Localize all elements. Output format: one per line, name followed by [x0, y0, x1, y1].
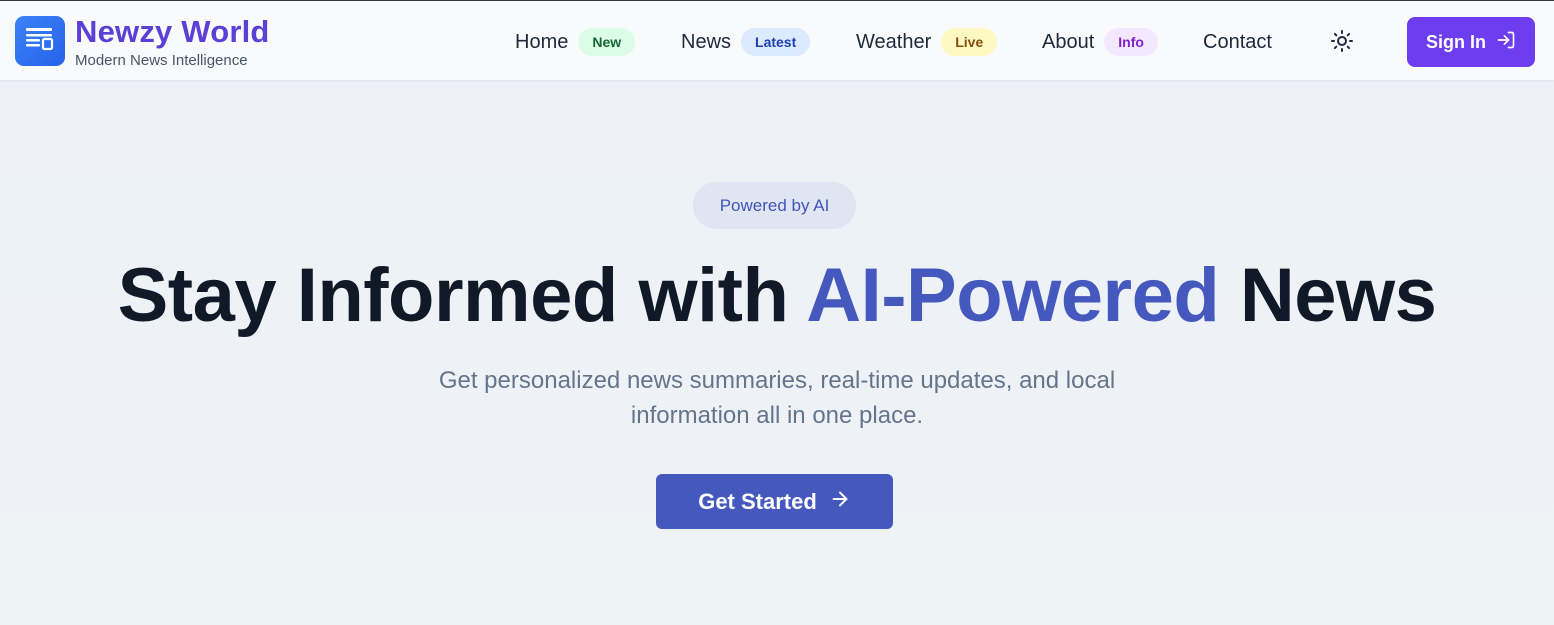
nav-weather-badge: Live: [941, 28, 998, 56]
nav-weather[interactable]: Weather Live: [856, 27, 998, 57]
powered-by-pill: Powered by AI: [693, 182, 856, 229]
newspaper-icon: [25, 26, 55, 57]
nav-about-label: About: [1042, 30, 1095, 53]
theme-toggle-button[interactable]: [1327, 28, 1357, 58]
nav-about-badge: Info: [1104, 28, 1158, 56]
nav-contact[interactable]: Contact: [1203, 27, 1272, 57]
headline-accent: AI-Powered: [806, 253, 1220, 338]
brand-title[interactable]: Newzy World: [75, 14, 270, 50]
sign-in-button[interactable]: Sign In: [1407, 17, 1535, 67]
nav-news-badge: Latest: [741, 28, 811, 56]
hero-section: Powered by AI Stay Informed with AI-Powe…: [0, 82, 1554, 625]
nav-home[interactable]: Home New: [515, 27, 636, 57]
arrow-right-icon: [829, 488, 851, 516]
nav-weather-label: Weather: [856, 30, 932, 53]
get-started-label: Get Started: [698, 488, 817, 514]
hero-subtitle: Get personalized news summaries, real-ti…: [438, 367, 1116, 429]
top-navbar: Newzy World Modern News Intelligence Hom…: [0, 1, 1554, 81]
nav-news-label: News: [681, 30, 732, 53]
headline-part-2: News: [1219, 253, 1437, 338]
sign-in-label: Sign In: [1426, 31, 1486, 52]
nav-home-badge: New: [578, 28, 636, 56]
sign-in-icon: [1496, 30, 1516, 55]
nav-contact-label: Contact: [1203, 30, 1272, 53]
get-started-button[interactable]: Get Started: [656, 474, 893, 529]
sun-icon: [1330, 29, 1354, 58]
headline-part-1: Stay Informed with: [117, 253, 807, 338]
brand-subtitle: Modern News Intelligence: [75, 52, 248, 69]
logo[interactable]: [15, 16, 65, 66]
hero-headline: Stay Informed with AI-Powered News: [0, 248, 1554, 344]
nav-news[interactable]: News Latest: [681, 27, 811, 57]
nav-about[interactable]: About Info: [1042, 27, 1158, 57]
nav-home-label: Home: [515, 30, 569, 53]
